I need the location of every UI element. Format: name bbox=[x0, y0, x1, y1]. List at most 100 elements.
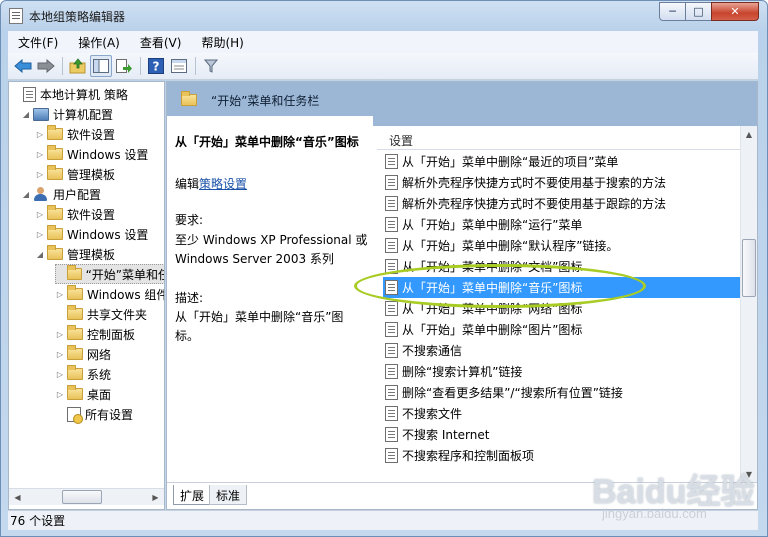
list-item[interactable]: 删除“查看更多结果”/“搜索所有位置”链接 bbox=[383, 382, 743, 403]
list-item[interactable]: 不搜索通信 bbox=[383, 340, 743, 361]
list-item-selected[interactable]: 从「开始」菜单中删除“音乐”图标 bbox=[383, 277, 743, 298]
policy-setting-icon bbox=[385, 385, 398, 400]
list-item[interactable]: 从「开始」菜单中删除“图片”图标 bbox=[383, 319, 743, 340]
show-hide-tree-icon[interactable] bbox=[90, 55, 112, 77]
tree-item-admin-templates[interactable]: ◢ 管理模板 bbox=[35, 244, 115, 264]
list-item[interactable]: 解析外壳程序快捷方式时不要使用基于搜索的方法 bbox=[383, 172, 743, 193]
forward-arrow-icon[interactable] bbox=[35, 55, 57, 77]
tab-extended[interactable]: 扩展 bbox=[173, 485, 212, 505]
collapse-triangle-icon[interactable]: ◢ bbox=[21, 190, 31, 199]
settings-list[interactable]: 设置 从「开始」菜单中删除“最近的项目”菜单 解析外壳程序快捷方式时不要使用基于搜… bbox=[373, 116, 757, 482]
list-item-label: 删除“查看更多结果”/“搜索所有位置”链接 bbox=[402, 386, 623, 400]
list-header-band bbox=[373, 116, 757, 126]
list-item-label: 删除“搜索计算机”链接 bbox=[402, 365, 523, 379]
tree-item-system[interactable]: ▷ 系统 bbox=[55, 364, 111, 384]
filter-icon[interactable] bbox=[200, 55, 222, 77]
scroll-right-icon[interactable]: ▶ bbox=[147, 489, 164, 506]
tree-item-label: 管理模板 bbox=[67, 167, 116, 182]
expand-triangle-icon[interactable]: ▷ bbox=[35, 150, 45, 159]
tree-item-software-settings[interactable]: ▷ 软件设置 bbox=[35, 124, 115, 144]
tree-horizontal-scrollbar[interactable]: ◀ ▶ bbox=[9, 488, 164, 505]
tree-item-label: Windows 设置 bbox=[67, 147, 149, 162]
scroll-left-icon[interactable]: ◀ bbox=[9, 489, 26, 506]
minimize-button[interactable]: ─ bbox=[659, 2, 686, 21]
policy-setting-icon bbox=[385, 154, 398, 169]
help-icon[interactable]: ? bbox=[145, 55, 167, 77]
tree-item-label: 软件设置 bbox=[67, 207, 116, 222]
menu-view[interactable]: 查看(V) bbox=[130, 34, 192, 51]
list-item[interactable]: 解析外壳程序快捷方式时不要使用基于跟踪的方法 bbox=[383, 193, 743, 214]
folder-icon bbox=[67, 385, 83, 400]
edit-policy-link[interactable]: 策略设置 bbox=[199, 177, 247, 191]
expand-triangle-icon[interactable]: ▷ bbox=[55, 350, 65, 359]
tree-item-start-menu-taskbar[interactable]: “开始”菜单和任务栏 bbox=[55, 264, 164, 284]
tree-item-windows-components[interactable]: ▷ Windows 组件 bbox=[55, 284, 164, 304]
expand-triangle-icon[interactable]: ▷ bbox=[35, 210, 45, 219]
menu-file[interactable]: 文件(F) bbox=[8, 34, 68, 51]
tree-item-control-panel[interactable]: ▷ 控制面板 bbox=[55, 324, 135, 344]
tree-item-shared-folders[interactable]: 共享文件夹 bbox=[55, 304, 147, 324]
tree-item-local-computer-policy[interactable]: 本地计算机 策略 bbox=[11, 84, 128, 104]
tree-item-computer-config[interactable]: ◢ 计算机配置 bbox=[21, 104, 113, 124]
tree-item-all-settings[interactable]: 所有设置 bbox=[55, 404, 133, 424]
tree-item-admin-templates[interactable]: ▷ 管理模板 bbox=[35, 164, 115, 184]
scroll-up-icon[interactable]: ▲ bbox=[741, 126, 757, 142]
user-icon bbox=[33, 187, 49, 201]
tree-item-network[interactable]: ▷ 网络 bbox=[55, 344, 111, 364]
export-list-icon[interactable] bbox=[113, 55, 135, 77]
policy-setting-icon bbox=[385, 280, 398, 295]
list-item[interactable]: 从「开始」菜单中删除“最近的项目”菜单 bbox=[383, 151, 743, 172]
maximize-button[interactable]: □ bbox=[685, 2, 712, 21]
list-item[interactable]: 从「开始」菜单中删除“文档”图标 bbox=[383, 256, 743, 277]
collapse-triangle-icon[interactable]: ◢ bbox=[21, 110, 31, 119]
list-item[interactable]: 从「开始」菜单中删除“默认程序”链接。 bbox=[383, 235, 743, 256]
list-item[interactable]: 不搜索文件 bbox=[383, 403, 743, 424]
list-item[interactable]: 不搜索 Internet bbox=[383, 424, 743, 445]
back-arrow-icon[interactable] bbox=[12, 55, 34, 77]
list-item[interactable]: 不搜索程序和控制面板项 bbox=[383, 445, 743, 466]
tree-item-label: 桌面 bbox=[87, 387, 112, 402]
tree-item-user-config[interactable]: ◢ 用户配置 bbox=[21, 184, 101, 204]
policy-setting-icon bbox=[385, 259, 398, 274]
window-title: 本地组策略编辑器 bbox=[29, 10, 126, 24]
scroll-thumb[interactable] bbox=[742, 239, 756, 297]
tree-item-label: Windows 设置 bbox=[67, 227, 149, 242]
expand-triangle-icon[interactable]: ▷ bbox=[55, 370, 65, 379]
scroll-down-icon[interactable]: ▼ bbox=[741, 466, 757, 482]
tree-item-desktop[interactable]: ▷ 桌面 bbox=[55, 384, 111, 404]
tree-item-windows-settings[interactable]: ▷ Windows 设置 bbox=[35, 144, 148, 164]
properties-view-icon[interactable] bbox=[168, 55, 190, 77]
menu-action[interactable]: 操作(A) bbox=[68, 34, 130, 51]
category-title: “开始”菜单和任务栏 bbox=[211, 94, 320, 108]
list-item[interactable]: 从「开始」菜单中删除“网络”图标 bbox=[383, 298, 743, 319]
up-folder-icon[interactable] bbox=[67, 55, 89, 77]
column-header-setting[interactable]: 设置 bbox=[377, 126, 757, 150]
folder-icon bbox=[67, 345, 83, 360]
tree-item-windows-settings[interactable]: ▷ Windows 设置 bbox=[35, 224, 148, 244]
tab-standard[interactable]: 标准 bbox=[209, 485, 248, 505]
details-pane: “开始”菜单和任务栏 从「开始」菜单中删除“音乐”图标 编辑策略设置 要求: 至… bbox=[166, 81, 758, 510]
policy-editor-icon bbox=[9, 8, 23, 24]
edit-policy-line: 编辑策略设置 bbox=[175, 175, 247, 192]
list-item[interactable]: 从「开始」菜单中删除“运行”菜单 bbox=[383, 214, 743, 235]
title-bar[interactable]: 本地组策略编辑器 ─ □ ✕ bbox=[1, 1, 767, 31]
list-item[interactable]: 删除“搜索计算机”链接 bbox=[383, 361, 743, 382]
tree-pane[interactable]: 本地计算机 策略 ◢ 计算机配置 ▷ 软件设置 ▷ Windows 设置 ▷ 管… bbox=[8, 81, 165, 510]
tree-item-label: 网络 bbox=[87, 347, 112, 362]
expand-triangle-icon[interactable]: ▷ bbox=[35, 230, 45, 239]
policy-setting-icon bbox=[385, 343, 398, 358]
expand-triangle-icon[interactable]: ▷ bbox=[55, 390, 65, 399]
expand-triangle-icon[interactable]: ▷ bbox=[35, 170, 45, 179]
expand-triangle-icon[interactable]: ▷ bbox=[35, 130, 45, 139]
menu-help[interactable]: 帮助(H) bbox=[191, 34, 253, 51]
collapse-triangle-icon[interactable]: ◢ bbox=[35, 250, 45, 259]
list-item-label: 从「开始」菜单中删除“默认程序”链接。 bbox=[402, 239, 619, 253]
scroll-thumb[interactable] bbox=[62, 490, 102, 504]
tree-item-software-settings[interactable]: ▷ 软件设置 bbox=[35, 204, 115, 224]
policy-setting-icon bbox=[385, 406, 398, 421]
list-vertical-scrollbar[interactable]: ▲ ▼ bbox=[740, 126, 757, 482]
expand-triangle-icon[interactable]: ▷ bbox=[55, 330, 65, 339]
close-button[interactable]: ✕ bbox=[711, 2, 759, 21]
expand-triangle-icon[interactable]: ▷ bbox=[55, 290, 65, 299]
list-item-label: 从「开始」菜单中删除“音乐”图标 bbox=[402, 281, 583, 295]
